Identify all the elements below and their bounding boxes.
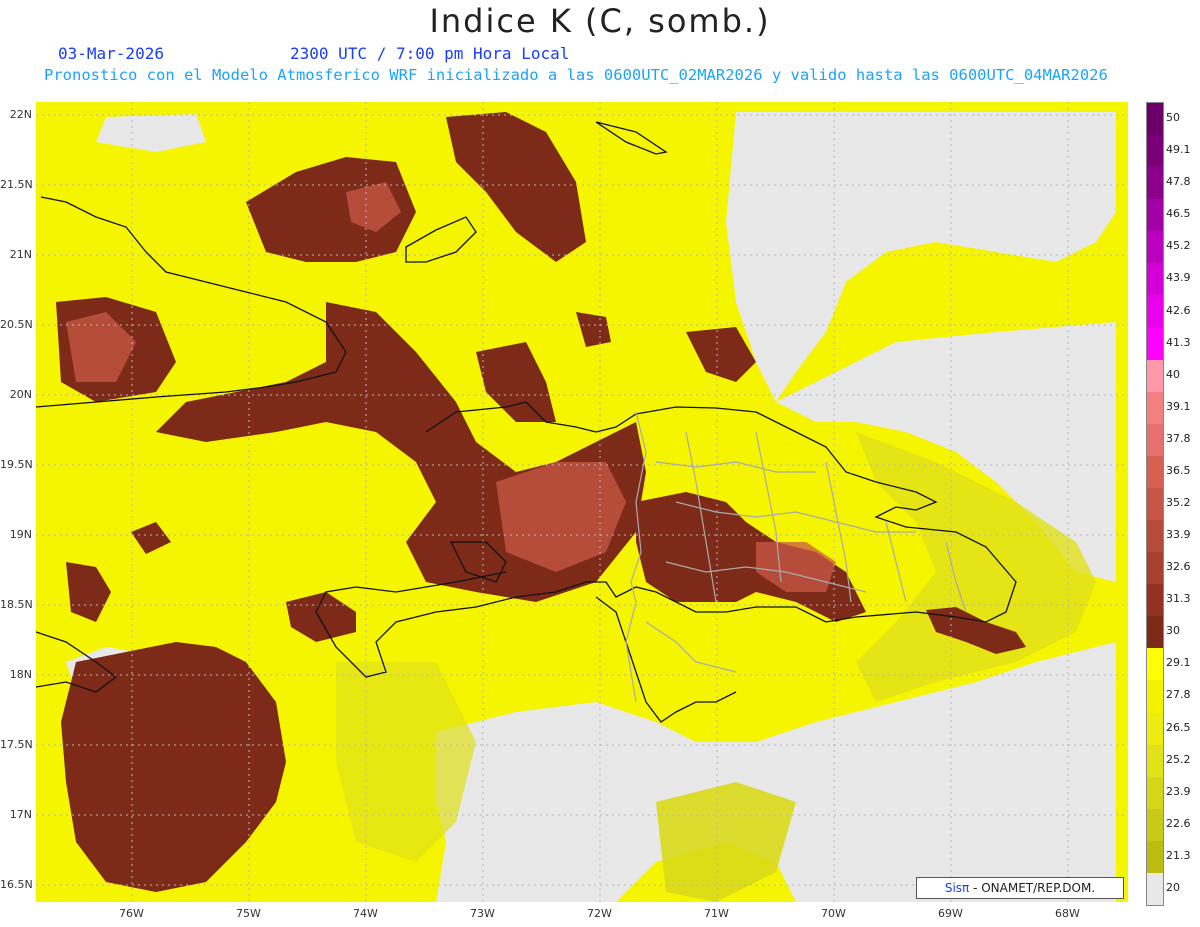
lat-label-18n: 18N — [9, 668, 32, 681]
lat-label-19n: 19N — [9, 528, 32, 541]
color-scale-segment — [1147, 872, 1163, 906]
lat-label-17-5n: 17.5N — [0, 738, 33, 751]
color-scale-label: 26.5 — [1166, 720, 1191, 734]
color-scale-segment — [1147, 103, 1163, 136]
color-scale-segment — [1147, 231, 1163, 264]
color-scale-segment — [1147, 616, 1163, 649]
color-scale-segment — [1147, 135, 1163, 168]
color-scale-label: 43.9 — [1166, 271, 1191, 285]
color-scale-segment — [1147, 648, 1163, 681]
color-scale-segment — [1147, 744, 1163, 778]
lon-label-71w: 71W — [704, 907, 729, 920]
color-scale-label: 47.8 — [1166, 175, 1191, 189]
color-scale-segment — [1147, 327, 1163, 361]
color-scale-segment — [1147, 359, 1163, 393]
color-scale-segment — [1147, 808, 1163, 842]
lon-label-70w: 70W — [821, 907, 846, 920]
lon-label-75w: 75W — [236, 907, 261, 920]
lat-label-21-5n: 21.5N — [0, 178, 33, 191]
color-scale-segment — [1147, 423, 1163, 457]
color-scale-label: 36.5 — [1166, 463, 1191, 477]
color-scale-segment — [1147, 295, 1163, 329]
forecast-date: 03-Mar-2026 — [58, 44, 164, 63]
color-scale-segment — [1147, 840, 1163, 874]
color-scale-segment — [1147, 455, 1163, 489]
lat-label-22n: 22N — [9, 108, 32, 121]
color-scale-label: 27.8 — [1166, 688, 1191, 702]
color-scale-label: 42.6 — [1166, 303, 1191, 317]
color-scale-segment — [1147, 680, 1163, 714]
lat-label-20-5n: 20.5N — [0, 318, 33, 331]
color-scale-segment — [1147, 199, 1163, 232]
lat-label-16-5n: 16.5N — [0, 878, 33, 891]
color-scale-segment — [1147, 263, 1163, 296]
color-scale-segment — [1147, 552, 1163, 585]
color-scale-label: 25.2 — [1166, 752, 1191, 766]
lon-label-72w: 72W — [587, 907, 612, 920]
color-scale-label: 40 — [1166, 367, 1180, 381]
color-scale-segment — [1147, 520, 1163, 553]
lon-label-68w: 68W — [1055, 907, 1080, 920]
sist-logo-text: Sisπ — [944, 881, 970, 895]
color-scale-label: 33.9 — [1166, 528, 1191, 542]
color-scale-label: 20 — [1166, 880, 1180, 894]
lon-label-74w: 74W — [353, 907, 378, 920]
color-scale-label: 41.3 — [1166, 335, 1191, 349]
color-scale-label: 37.8 — [1166, 431, 1191, 445]
lat-label-19-5n: 19.5N — [0, 458, 33, 471]
color-scale-label: 32.6 — [1166, 560, 1191, 574]
map-panel — [36, 102, 1128, 902]
model-run-description: Pronostico con el Modelo Atmosferico WRF… — [44, 66, 1108, 84]
lat-label-17n: 17N — [9, 808, 32, 821]
color-scale-segment — [1147, 391, 1163, 425]
color-scale-segment — [1147, 776, 1163, 810]
color-scale-label: 39.1 — [1166, 399, 1191, 413]
color-scale-label: 29.1 — [1166, 656, 1191, 670]
color-scale-label: 45.2 — [1166, 239, 1191, 253]
color-scale-label: 46.5 — [1166, 207, 1191, 221]
color-scale-label: 35.2 — [1166, 496, 1191, 509]
lon-label-73w: 73W — [470, 907, 495, 920]
lat-label-18-5n: 18.5N — [0, 598, 33, 611]
color-scale-bar — [1146, 102, 1164, 906]
color-scale-label: 31.3 — [1166, 592, 1191, 606]
forecast-time: 2300 UTC / 7:00 pm Hora Local — [290, 44, 570, 63]
color-scale-segment — [1147, 712, 1163, 746]
lon-label-76w: 76W — [119, 907, 144, 920]
credit-box: Sisπ - ONAMET/REP.DOM. — [916, 877, 1124, 899]
color-scale-label: 30 — [1166, 624, 1180, 638]
lon-label-69w: 69W — [938, 907, 963, 920]
lat-label-21n: 21N — [9, 248, 32, 261]
credit-org: - ONAMET/REP.DOM. — [969, 881, 1096, 895]
color-scale-label: 23.9 — [1166, 784, 1191, 798]
lat-label-20n: 20N — [9, 388, 32, 401]
color-scale-segment — [1147, 487, 1163, 521]
color-scale-label: 22.6 — [1166, 816, 1191, 830]
color-scale-label: 21.3 — [1166, 848, 1191, 862]
color-scale-label: 49.1 — [1166, 143, 1191, 157]
chart-title: Indice K (C, somb.) — [429, 2, 771, 40]
color-scale-label: 50 — [1166, 111, 1180, 125]
color-scale-segment — [1147, 167, 1163, 200]
color-scale-segment — [1147, 584, 1163, 617]
